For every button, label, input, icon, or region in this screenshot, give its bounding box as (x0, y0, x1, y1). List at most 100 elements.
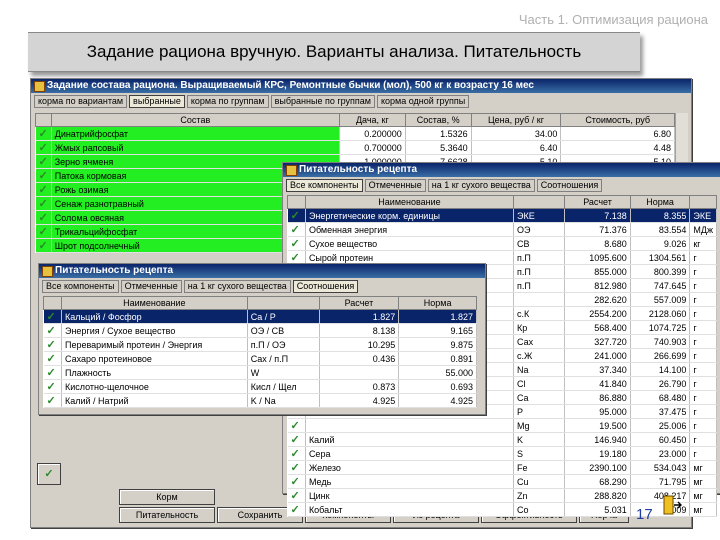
check-icon[interactable]: ✓ (39, 198, 48, 210)
nutrient-name: Железо (305, 460, 515, 475)
table-row[interactable]: ✓ Сера S 19.180 23.000 г (287, 446, 717, 461)
confirm-check-button[interactable]: ✓ (37, 463, 61, 485)
tab-all-components[interactable]: Все компоненты (286, 179, 363, 192)
check-icon[interactable]: ✓ (47, 339, 56, 351)
check-icon[interactable]: ✓ (291, 462, 300, 474)
check-icon[interactable]: ✓ (291, 434, 300, 446)
tab-all-components[interactable]: Все компоненты (42, 280, 119, 293)
check-icon[interactable]: ✓ (39, 184, 48, 196)
table-row[interactable]: ✓ Калий K 146.940 60.450 г (287, 432, 717, 447)
tab-ratios[interactable]: Соотношения (292, 280, 359, 293)
col-header[interactable]: Дача, кг (338, 113, 406, 127)
col-header[interactable]: Расчет (564, 195, 631, 209)
tab-by-groups[interactable]: корма по группам (186, 95, 269, 108)
col-header[interactable]: Состав, % (404, 113, 472, 127)
check-icon[interactable]: ✓ (39, 226, 48, 238)
check-icon[interactable]: ✓ (291, 420, 300, 432)
feed-table-header: Состав Дача, кг Состав, % Цена, руб / кг… (35, 113, 675, 127)
col-header[interactable]: Расчет (318, 296, 400, 310)
table-row[interactable]: ✓ Сухое вещество СВ 8.680 9.026 кг (287, 236, 717, 251)
nutrient-norm: 1304.561 (630, 250, 691, 265)
ratio-code: Кисл / Щел (247, 379, 320, 394)
tab-selected-by-groups[interactable]: выбранные по группам (270, 95, 375, 108)
col-header[interactable] (246, 296, 320, 310)
feed-pct: 5.3640 (405, 140, 472, 155)
table-row[interactable]: ✓ Калий / Натрий K / Na 4.925 4.925 (43, 393, 477, 408)
check-icon[interactable]: ✓ (291, 210, 300, 222)
tab-per-kg-dm[interactable]: на 1 кг сухого вещества (183, 280, 291, 293)
col-header[interactable]: Наименование (304, 195, 515, 209)
col-header[interactable]: Цена, руб / кг (470, 113, 562, 127)
table-row[interactable]: ✓ Переваримый протеин / Энергия п.П / ОЭ 10… (43, 337, 477, 352)
check-icon[interactable]: ✓ (47, 325, 56, 337)
check-icon[interactable]: ✓ (39, 142, 48, 154)
nutrient-unit: г (689, 446, 717, 461)
feed-price: 34.00 (471, 126, 562, 141)
table-row[interactable]: ✓ Динатрийфосфат 0.200000 1.5326 34.00 6.80 (35, 126, 675, 141)
check-icon[interactable]: ✓ (39, 170, 48, 182)
check-icon[interactable]: ✓ (47, 367, 56, 379)
check-icon[interactable]: ✓ (291, 504, 300, 516)
nutrient-code: S (513, 446, 566, 461)
nutrient-unit: МДж (689, 222, 717, 237)
col-header[interactable]: Наименование (60, 296, 248, 310)
nutrient-norm: 68.480 (630, 390, 691, 405)
nutrient-calc: 146.940 (564, 432, 631, 447)
table-row[interactable]: ✓ Обменная энергия ОЭ 71.376 83.554 МДж (287, 222, 717, 237)
table-row[interactable]: ✓ Кислотно-щелочное Кисл / Щел 0.873 0.693 (43, 379, 477, 394)
col-header[interactable]: Стоимость, руб (560, 113, 675, 127)
check-icon[interactable]: ✓ (39, 212, 48, 224)
exit-door-icon[interactable] (662, 494, 682, 516)
ratio-calc: 8.138 (319, 323, 400, 338)
table-row[interactable]: ✓ Кальций / Фосфор Ca / P 1.827 1.827 (43, 309, 477, 324)
table-row[interactable]: ✓ Медь Cu 68.290 71.795 мг (287, 474, 717, 489)
tab-by-variants[interactable]: корма по вариантам (34, 95, 128, 108)
nutrient-norm: 23.000 (630, 446, 691, 461)
ratio-name: Кальций / Фосфор (61, 309, 248, 324)
check-icon[interactable]: ✓ (47, 395, 56, 407)
tab-marked[interactable]: Отмеченные (120, 280, 182, 293)
check-icon[interactable]: ✓ (47, 353, 56, 365)
col-header[interactable]: Состав (50, 113, 340, 127)
feed-dacha[interactable]: 0.700000 (339, 140, 406, 155)
check-icon[interactable]: ✓ (39, 156, 48, 168)
table-row[interactable]: ✓ Сахаро протеиновое Сах / п.П 0.436 0.891 (43, 351, 477, 366)
col-header[interactable]: Норма (398, 296, 477, 310)
table-row[interactable]: ✓ Энергия / Сухое вещество ОЭ / СВ 8.138 9.1… (43, 323, 477, 338)
table-row[interactable]: ✓ Энергетические корм. единицы ЭКЕ 7.138 8.3… (287, 208, 717, 223)
nutrient-name (305, 418, 515, 433)
tab-selected[interactable]: выбранные (129, 95, 185, 108)
ratio-calc: 4.925 (319, 393, 400, 408)
table-row[interactable]: ✓ Железо Fe 2390.100 534.043 мг (287, 460, 717, 475)
feed-button[interactable]: Корм (119, 489, 215, 505)
col-header[interactable]: Норма (629, 195, 691, 209)
table-row[interactable]: ✓ Плажность W 55.000 (43, 365, 477, 380)
check-icon[interactable]: ✓ (291, 476, 300, 488)
nutrient-name: Сухое вещество (305, 236, 515, 251)
check-icon[interactable]: ✓ (291, 490, 300, 502)
check-icon[interactable]: ✓ (47, 381, 56, 393)
nutrient-name: Цинк (305, 488, 515, 503)
table-row[interactable]: ✓ Жмых рапсовый 0.700000 5.3640 6.40 4.48 (35, 140, 675, 155)
nutrition-button[interactable]: Питательность (119, 507, 215, 523)
check-icon[interactable]: ✓ (39, 128, 48, 140)
nutrient-unit: г (689, 334, 717, 349)
check-icon[interactable]: ✓ (47, 311, 56, 323)
col-header[interactable] (689, 195, 717, 209)
check-icon[interactable]: ✓ (291, 238, 300, 250)
feed-dacha[interactable]: 0.200000 (339, 126, 406, 141)
nutrient-unit: г (689, 418, 717, 433)
table-row[interactable]: ✓ЦинкZn288.820408.217мг (287, 488, 717, 503)
col-header[interactable] (513, 195, 566, 209)
check-icon[interactable]: ✓ (39, 240, 48, 252)
check-icon[interactable]: ✓ (291, 224, 300, 236)
tab-one-group[interactable]: корма одной группы (376, 95, 470, 108)
slide-title: Задание рациона вручную. Варианты анализ… (86, 42, 582, 61)
nutrient-name: Сера (305, 446, 515, 461)
check-icon[interactable]: ✓ (291, 448, 300, 460)
tab-per-kg-dm[interactable]: на 1 кг сухого вещества (427, 179, 535, 192)
nutrient-calc: 327.720 (564, 334, 631, 349)
tab-marked[interactable]: Отмеченные (364, 179, 426, 192)
tab-ratios[interactable]: Соотношения (536, 179, 603, 192)
table-row[interactable]: ✓ Mg 19.500 25.006 г (287, 418, 717, 433)
